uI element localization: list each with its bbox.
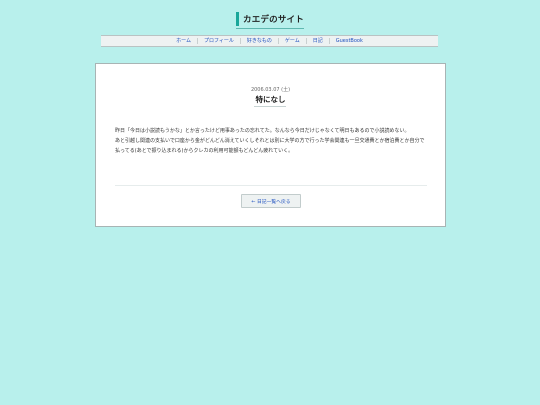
nav-item-diary[interactable]: 日記 bbox=[305, 38, 329, 44]
site-title-text[interactable]: カエデのサイト bbox=[243, 13, 304, 25]
nav-item-guestbook[interactable]: GuestBook bbox=[328, 38, 369, 44]
nav-item-profile[interactable]: プロフィール bbox=[196, 38, 240, 44]
divider bbox=[115, 185, 427, 186]
post-title: 特になし bbox=[255, 95, 286, 104]
diary-entry-card: 2006.03.07 (土) 特になし 昨日「今日は小説読もうかな」とか言ったけ… bbox=[95, 63, 446, 227]
nav-item-favorites[interactable]: 好きなもの bbox=[239, 38, 278, 44]
post-body: 昨日「今日は小説読もうかな」とか言ったけど用事あったの忘れてた。なんなら今日だけ… bbox=[115, 126, 427, 156]
nav-item-games[interactable]: ゲーム bbox=[277, 38, 306, 44]
post-paragraph: 昨日「今日は小説読もうかな」とか言ったけど用事あったの忘れてた。なんなら今日だけ… bbox=[115, 128, 410, 134]
post-paragraph: あと引越し関連の支払いで口座から金がどんどん消えていくしそれとは別に大学の方で行… bbox=[115, 138, 425, 154]
post-date: 2006.03.07 (土) bbox=[250, 87, 291, 93]
site-header: カエデのサイト bbox=[0, 12, 540, 29]
nav-item-home[interactable]: ホーム bbox=[170, 38, 197, 44]
back-to-diary-list-button[interactable]: ← 日記一覧へ戻る bbox=[241, 194, 301, 208]
title-underline bbox=[254, 106, 286, 107]
title-accent-bar bbox=[236, 12, 240, 26]
main-nav: ホーム プロフィール 好きなもの ゲーム 日記 GuestBook bbox=[101, 35, 438, 47]
site-title[interactable]: カエデのサイト bbox=[236, 12, 304, 29]
